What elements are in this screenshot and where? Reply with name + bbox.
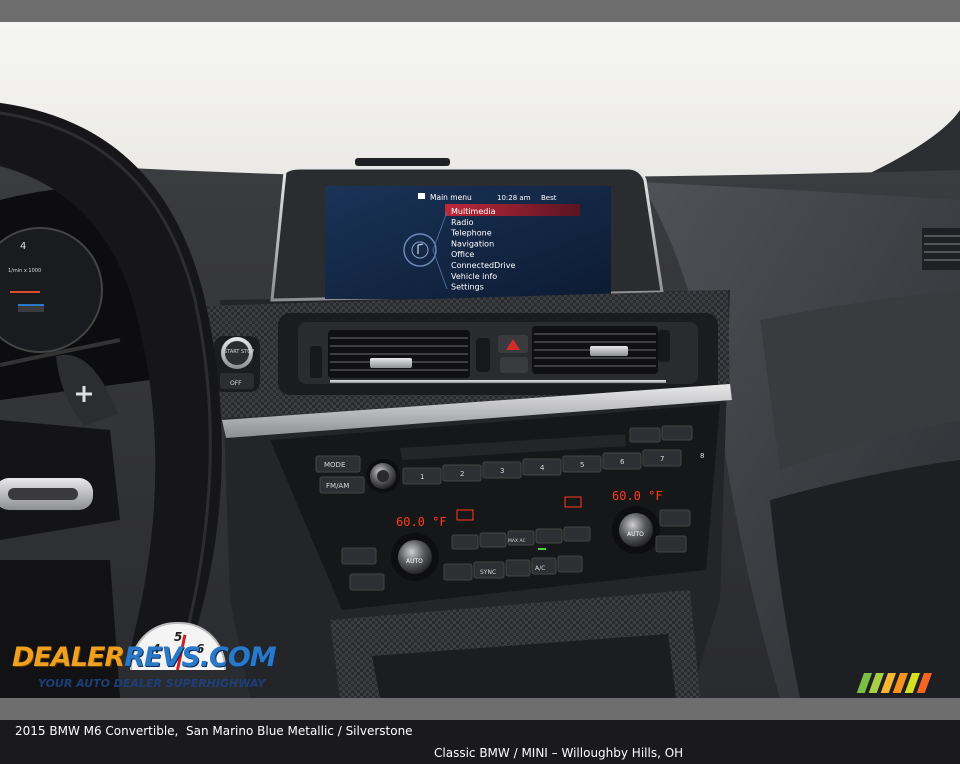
auto-label-left: AUTO [406, 558, 423, 565]
caption-left-bottom: 2015 BMW M6 Convertible, San Marino Blue… [15, 724, 413, 738]
menu-item-office[interactable]: Office [451, 250, 474, 259]
start-stop-label: START STOP [224, 349, 254, 355]
dealerrevs-tagline: YOUR AUTO DEALER SUPERHIGHWAY [38, 677, 266, 690]
screen-header: Main menu [430, 193, 472, 202]
caption-right-bottom: Classic BMW / MINI – Willoughby Hills, O… [434, 746, 684, 760]
preset-button-6[interactable]: 6 [620, 458, 625, 466]
menu-item-telephone[interactable]: Telephone [450, 229, 492, 238]
menu-item-connecteddrive[interactable]: ConnectedDrive [451, 261, 515, 270]
mode-label: MODE [324, 461, 345, 469]
maxac-label: MAX AC [508, 538, 526, 544]
screen-status: Best [541, 194, 557, 202]
menu-item-multimedia[interactable]: Multimedia [451, 207, 496, 216]
menu-item-navigation[interactable]: Navigation [451, 239, 494, 248]
tach-number: 4 [20, 241, 26, 252]
preset-button-5[interactable]: 5 [580, 461, 584, 469]
stripes-logo-icon [856, 673, 932, 693]
off-label: OFF [230, 380, 242, 387]
dealerrevs-logo: DEALERREVS.COM [12, 642, 277, 673]
caption-bar-bottom: 2015 BMW M6 Convertible, San Marino Blue… [0, 698, 960, 760]
menu-item-vehicle-info[interactable]: Vehicle info [451, 272, 497, 281]
fm-am-label: FM/AM [326, 482, 349, 490]
preset-button-7[interactable]: 7 [660, 455, 664, 463]
dealerrevs-watermark: 4 5 6 DEALERREVS.COM YOUR AUTO DEALER SU… [12, 620, 277, 695]
tach-unit: 1/min x 1000 [8, 268, 41, 274]
preset-button-4[interactable]: 4 [540, 464, 545, 472]
preset-button-2[interactable]: 2 [460, 470, 464, 478]
dashboard-photo: Main menu 10:28 am Best Multimedia Radio T… [0, 22, 960, 698]
preset-button-1[interactable]: 1 [420, 473, 424, 481]
preset-button-8[interactable]: 8 [700, 452, 704, 460]
ac-label: A/C [535, 565, 545, 572]
sync-label: SYNC [480, 569, 496, 576]
temp-left-display: 60.0 °F [396, 515, 447, 529]
screen-time: 10:28 am [497, 194, 531, 202]
menu-item-settings[interactable]: Settings [451, 283, 484, 292]
temp-right-display: 60.0 °F [612, 489, 663, 503]
preset-button-3[interactable]: 3 [500, 467, 504, 475]
caption-bar-top: 2015 BMW M6 Convertible, San Marino Blue… [0, 0, 960, 62]
auto-label-right: AUTO [627, 531, 644, 538]
menu-item-radio[interactable]: Radio [451, 218, 474, 227]
